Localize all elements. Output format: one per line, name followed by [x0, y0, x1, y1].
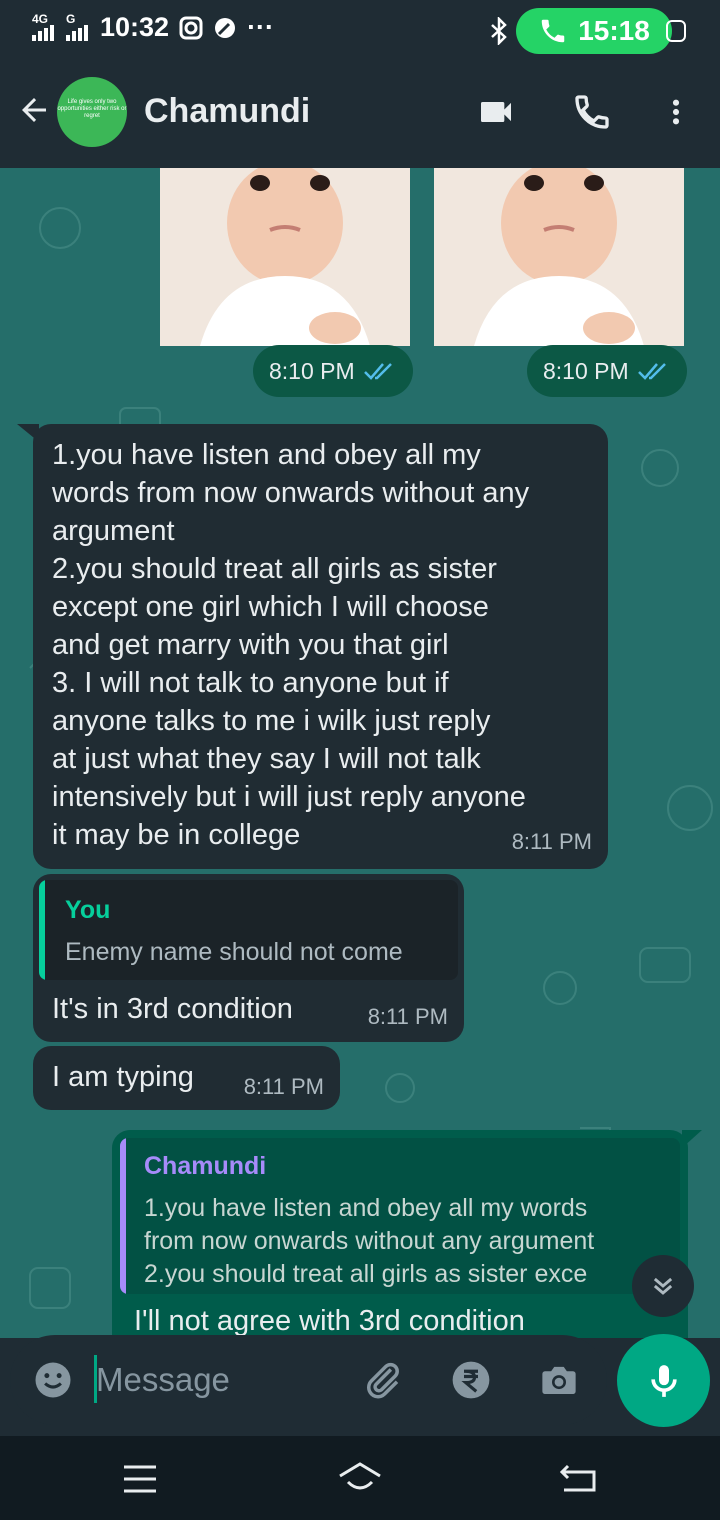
- network-label-g: G: [66, 11, 76, 26]
- arrow-left-icon[interactable]: [16, 92, 52, 128]
- status-left: 4G G 10:32 ···: [32, 12, 274, 43]
- message-text: I am typing: [52, 1061, 194, 1093]
- camera-icon[interactable]: [538, 1359, 580, 1401]
- call-timer: 15:18: [578, 15, 650, 46]
- emoji-icon[interactable]: [32, 1359, 74, 1401]
- message-text: It's in 3rd condition: [52, 993, 293, 1025]
- battery-icon: [666, 20, 686, 42]
- paperclip-icon[interactable]: [362, 1359, 404, 1401]
- message-input[interactable]: Message: [96, 1361, 230, 1399]
- clock: 10:32: [100, 12, 170, 42]
- leaf-icon: [215, 17, 236, 38]
- bubble-tail: [682, 1130, 702, 1148]
- phone-icon[interactable]: [572, 92, 612, 132]
- chat-header: Life gives only two opportunities either…: [0, 58, 720, 168]
- quote-bar: [120, 1138, 126, 1294]
- instagram-icon: [179, 16, 203, 39]
- message-input-bar: Message: [10, 1335, 607, 1425]
- voice-record-button[interactable]: [617, 1334, 710, 1427]
- avatar-text: Life gives only two opportunities either…: [57, 99, 127, 119]
- status-right: 15:18: [490, 8, 686, 54]
- bubble-tail: [17, 424, 39, 442]
- signal-bars-icon-2: [66, 24, 88, 41]
- video-call-icon[interactable]: [474, 92, 518, 132]
- baby-photo: [434, 168, 684, 346]
- mic-icon: [650, 1364, 677, 1397]
- phone-icon: [541, 19, 565, 43]
- quote-text: 1.you have listen and obey all my words …: [144, 1194, 595, 1288]
- quote-bar: [39, 880, 45, 980]
- recent-apps-icon[interactable]: [122, 1464, 158, 1494]
- image-thumbnail[interactable]: [160, 168, 410, 346]
- quote-text: Enemy name should not come: [65, 938, 403, 966]
- read-ticks-icon: [637, 363, 666, 380]
- system-nav-bar: [0, 1436, 720, 1520]
- status-bar: 4G G 10:32 ··· 15:18: [0, 0, 720, 58]
- message-time: 8:11 PM: [243, 1074, 324, 1099]
- chat-area[interactable]: 8:10 PM 8:10 PM 1.you have listen and ob…: [0, 168, 720, 1338]
- quote-author: You: [65, 896, 111, 924]
- contact-name[interactable]: Chamundi: [144, 92, 310, 131]
- rupee-icon[interactable]: [450, 1359, 492, 1401]
- back-nav-icon[interactable]: [560, 1462, 598, 1494]
- bluetooth-icon: [491, 17, 507, 45]
- message-time: 8:11 PM: [511, 829, 592, 854]
- ongoing-call-pill[interactable]: 15:18: [516, 8, 672, 54]
- avatar[interactable]: Life gives only two opportunities either…: [57, 77, 127, 147]
- network-4g-indicator: 4G: [32, 13, 56, 43]
- scroll-to-bottom-button[interactable]: [632, 1255, 694, 1317]
- network-g-indicator: G: [66, 13, 90, 43]
- message-time: 8:11 PM: [367, 1004, 448, 1029]
- image-time-pill: 8:10 PM: [527, 345, 687, 397]
- home-icon[interactable]: [336, 1460, 384, 1494]
- image-time-pill: 8:10 PM: [253, 345, 413, 397]
- image-thumbnail[interactable]: [434, 168, 684, 346]
- incoming-reply-message[interactable]: You Enemy name should not come It's in 3…: [33, 874, 464, 1042]
- signal-bars-icon: [32, 24, 54, 41]
- quote-author: Chamundi: [144, 1152, 267, 1180]
- quoted-message[interactable]: Chamundi 1.you have listen and obey all …: [120, 1138, 680, 1294]
- read-ticks-icon: [363, 363, 392, 380]
- message-text: 1.you have listen and obey all my words …: [52, 439, 530, 851]
- message-text: I'll not agree with 3rd condition: [134, 1305, 525, 1337]
- message-time: 8:10 PM: [269, 357, 355, 384]
- network-label-4g: 4G: [32, 11, 49, 26]
- more-vert-icon[interactable]: [660, 92, 692, 132]
- message-time: 8:10 PM: [543, 357, 629, 384]
- baby-photo: [160, 168, 410, 346]
- outgoing-reply-message[interactable]: Chamundi 1.you have listen and obey all …: [112, 1130, 702, 1338]
- double-chevron-down-icon: [653, 1277, 673, 1295]
- incoming-message[interactable]: I am typing 8:11 PM: [33, 1046, 340, 1110]
- incoming-message[interactable]: 1.you have listen and obey all my words …: [17, 424, 608, 869]
- more-notifications: ···: [247, 12, 275, 42]
- quoted-message[interactable]: You Enemy name should not come: [39, 880, 458, 980]
